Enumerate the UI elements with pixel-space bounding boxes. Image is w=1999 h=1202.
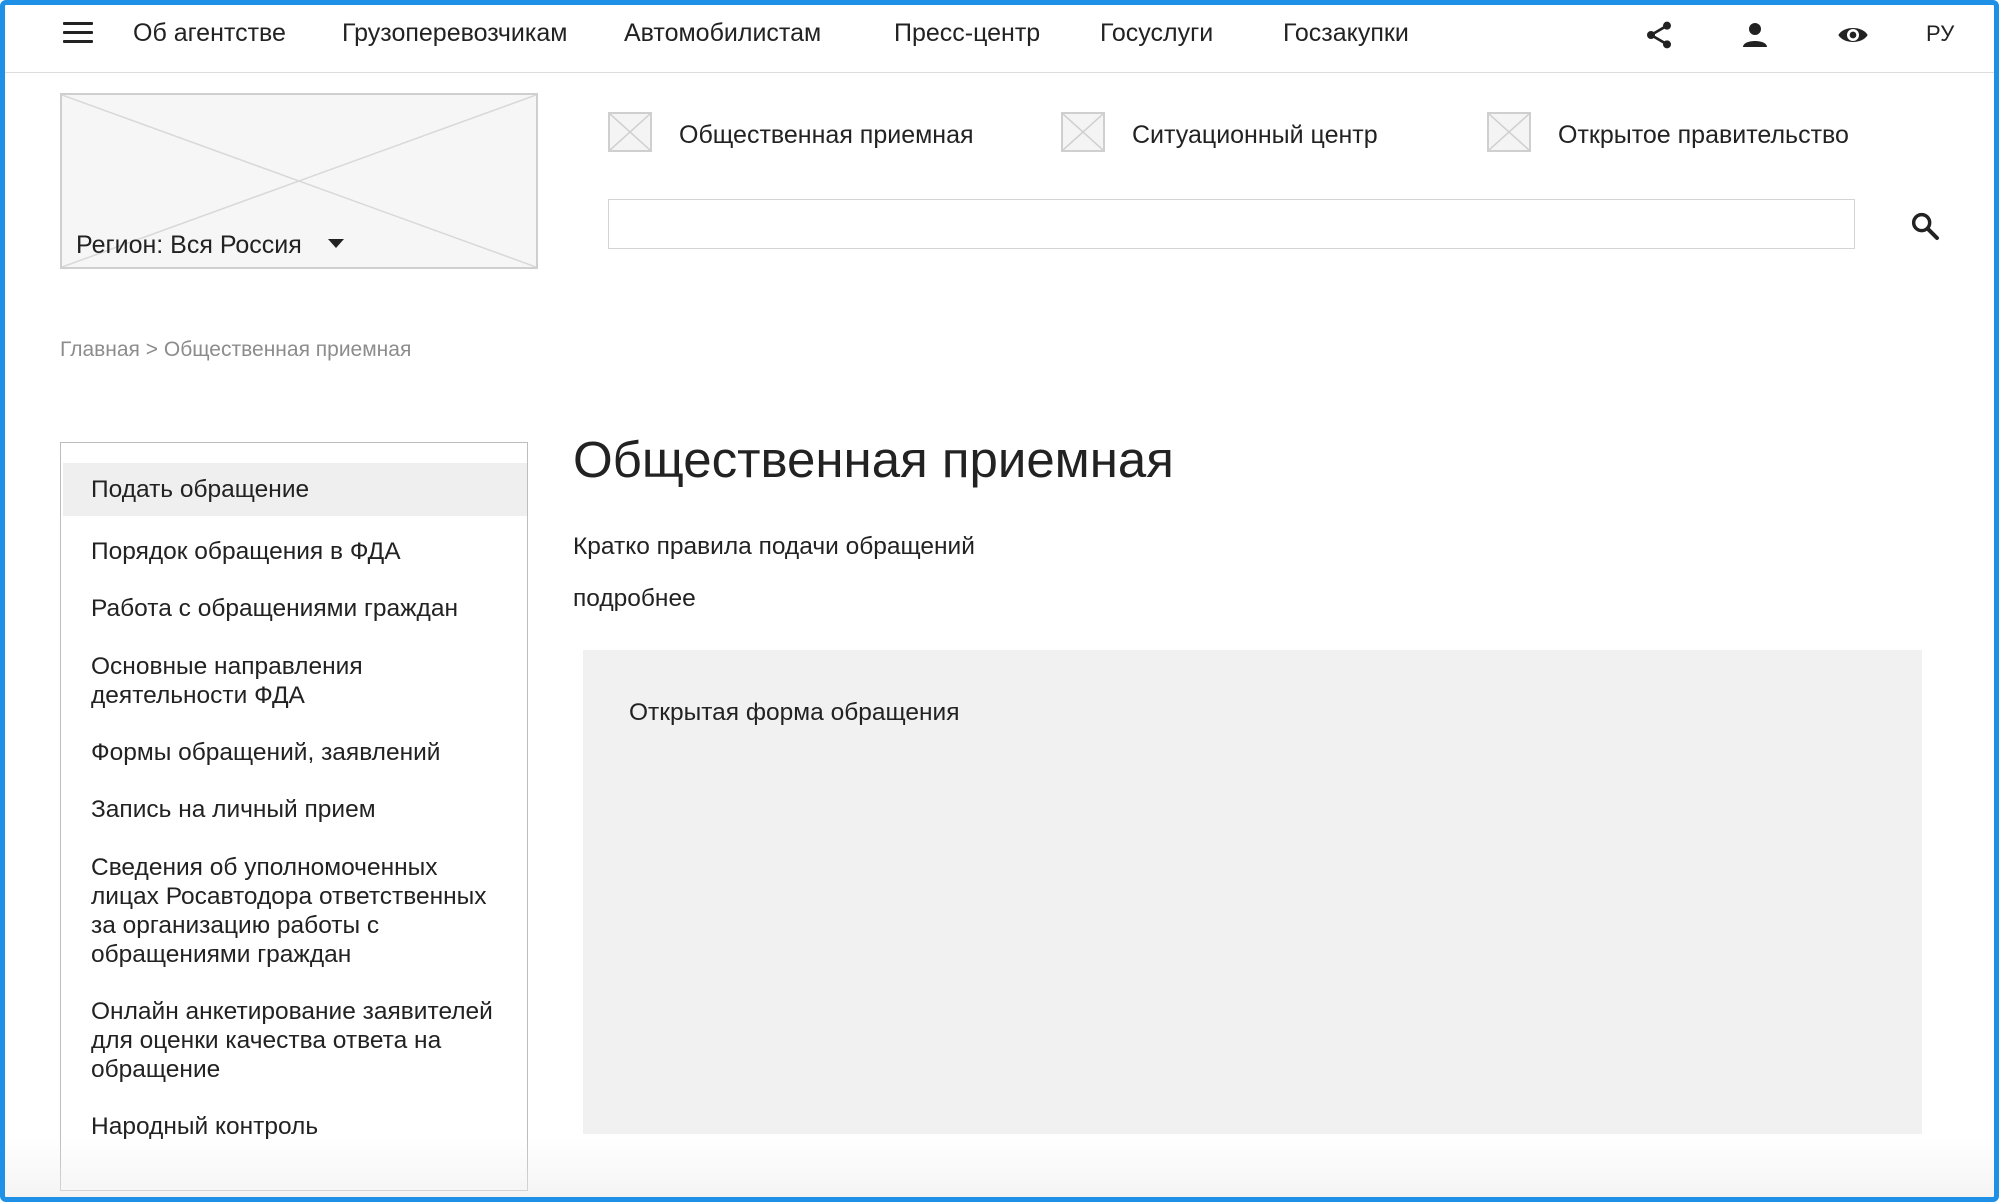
image-placeholder-icon: [1061, 112, 1105, 152]
breadcrumb-current: Общественная приемная: [163, 338, 412, 361]
sidebar-item-personal-reception[interactable]: Запись на личный прием: [91, 795, 501, 824]
sidebar-item-submit-appeal[interactable]: Подать обращение: [91, 475, 501, 504]
sidebar-item-online-survey[interactable]: Онлайн анкетирование заявителей для оцен…: [91, 997, 496, 1084]
chevron-down-icon: [327, 238, 344, 248]
breadcrumb: Главная > Общественная приемная: [60, 338, 411, 362]
breadcrumb-separator: >: [145, 338, 159, 361]
language-switch[interactable]: РУ: [1926, 21, 1954, 47]
sidebar-item-public-control[interactable]: Народный контроль: [91, 1112, 501, 1141]
search-input[interactable]: [608, 199, 1855, 249]
nav-link-goszakupki[interactable]: Госзакупки: [1283, 19, 1409, 48]
sidebar-item-appeal-procedure[interactable]: Порядок обращения в ФДА: [91, 537, 501, 566]
region-selector[interactable]: Регион: Вся Россия: [76, 231, 344, 260]
sidebar-item-main-activities[interactable]: Основные направления деятельности ФДА: [91, 652, 421, 710]
form-title: Открытая форма обращения: [629, 699, 960, 726]
top-navigation: Об агентстве Грузоперевозчикам Автомобил…: [5, 5, 1994, 73]
intro-text: Кратко правила подачи обращений: [573, 533, 975, 560]
sidebar-item-forms[interactable]: Формы обращений, заявлений: [91, 738, 501, 767]
sidebar-item-citizen-appeals[interactable]: Работа с обращениями граждан: [91, 594, 501, 623]
logo-placeholder: Регион: Вся Россия: [60, 93, 538, 269]
menu-icon[interactable]: [63, 22, 93, 46]
search-icon[interactable]: [1909, 210, 1941, 242]
breadcrumb-home[interactable]: Главная: [60, 338, 140, 361]
appeal-form-panel: Открытая форма обращения: [583, 650, 1922, 1134]
quicklink-label: Открытое правительство: [1558, 121, 1849, 149]
image-placeholder-icon: [608, 112, 652, 152]
nav-link-motorists[interactable]: Автомобилистам: [624, 19, 821, 48]
nav-link-press-center[interactable]: Пресс-центр: [894, 19, 1040, 48]
image-placeholder-icon: [1487, 112, 1531, 152]
eye-icon[interactable]: [1835, 19, 1871, 51]
more-link[interactable]: подробнее: [573, 585, 696, 613]
region-label: Регион: Вся Россия: [76, 231, 302, 259]
quicklink-label: Ситуационный центр: [1132, 121, 1378, 149]
sidebar-menu: Подать обращение Порядок обращения в ФДА…: [60, 442, 528, 1191]
sidebar-item-authorized-persons[interactable]: Сведения об уполномоченных лицах Росавто…: [91, 853, 491, 969]
page-title: Общественная приемная: [573, 431, 1174, 488]
nav-link-gosuslugi[interactable]: Госуслуги: [1100, 19, 1213, 48]
share-icon[interactable]: [1643, 19, 1675, 51]
user-icon[interactable]: [1739, 19, 1771, 51]
browser-frame: Об агентстве Грузоперевозчикам Автомобил…: [0, 0, 1999, 1202]
quicklink-label: Общественная приемная: [679, 121, 974, 149]
nav-link-carriers[interactable]: Грузоперевозчикам: [342, 19, 567, 48]
nav-link-about[interactable]: Об агентстве: [133, 19, 286, 48]
